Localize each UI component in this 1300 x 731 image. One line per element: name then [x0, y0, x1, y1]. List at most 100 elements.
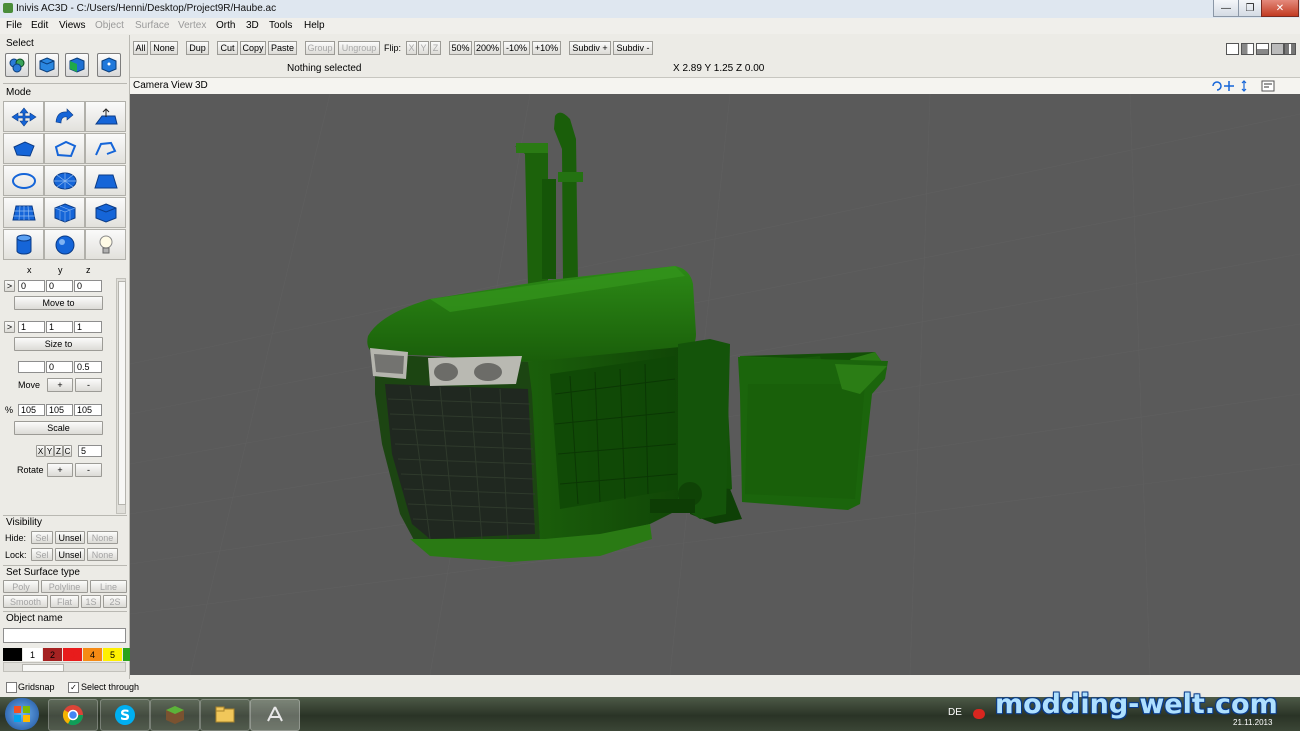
rotate-axis-y-button[interactable]: Y [45, 445, 54, 457]
position-y-field[interactable]: 0 [46, 280, 73, 292]
palette-swatch[interactable] [3, 648, 22, 661]
size-to-button[interactable]: Size to [14, 337, 103, 351]
lock-sel-button[interactable]: Sel [31, 548, 53, 561]
mode-cylinder[interactable] [3, 229, 44, 260]
scale-x-field[interactable]: 105 [18, 404, 45, 416]
taskbar-chrome[interactable] [48, 699, 98, 731]
menu-orth[interactable]: Orth [216, 20, 235, 31]
lock-none-button[interactable]: None [87, 548, 118, 561]
select-surface-icon[interactable] [65, 53, 89, 77]
size-y-field[interactable]: 1 [46, 321, 73, 333]
mode-sphere[interactable] [44, 229, 85, 260]
flip-x-button[interactable]: X [406, 41, 417, 55]
position-expand-button[interactable]: > [4, 280, 15, 292]
rotate-axis-z-button[interactable]: Z [54, 445, 63, 457]
scale-y-field[interactable]: 105 [46, 404, 73, 416]
layout-single-icon[interactable] [1226, 43, 1239, 55]
minimize-button[interactable]: — [1213, 0, 1239, 17]
size-expand-button[interactable]: > [4, 321, 15, 333]
move-step-field[interactable]: 0 [46, 361, 73, 373]
menu-3d[interactable]: 3D [246, 20, 259, 31]
tray-red-icon[interactable] [973, 709, 985, 719]
start-button[interactable] [5, 698, 39, 730]
menu-object[interactable]: Object [95, 20, 124, 31]
copy-button[interactable]: Copy [240, 41, 266, 55]
flip-y-button[interactable]: Y [418, 41, 429, 55]
rotate-axis-c-button[interactable]: C [63, 445, 72, 457]
ungroup-button[interactable]: Ungroup [338, 41, 380, 55]
surface-flat-button[interactable]: Flat [50, 595, 79, 608]
cut-button[interactable]: Cut [217, 41, 238, 55]
surface-smooth-button[interactable]: Smooth [3, 595, 48, 608]
close-button[interactable]: ✕ [1261, 0, 1299, 17]
mode-grid-mesh[interactable] [3, 197, 44, 228]
palette-swatch[interactable]: 5 [103, 648, 122, 661]
3d-viewport[interactable] [130, 94, 1300, 675]
mode-rotate[interactable] [44, 101, 85, 132]
menu-views[interactable]: Views [59, 20, 86, 31]
mode-polygon[interactable] [3, 133, 44, 164]
mode-box[interactable] [85, 197, 126, 228]
mode-line[interactable] [85, 133, 126, 164]
view-mode-3d[interactable]: 3D [195, 80, 208, 91]
move-blank-field[interactable] [18, 361, 45, 373]
duplicate-button[interactable]: Dup [186, 41, 209, 55]
layout-quad-icon[interactable] [1284, 43, 1296, 55]
palette-scrollbar[interactable] [3, 662, 126, 672]
mode-box-mesh[interactable] [44, 197, 85, 228]
lock-unsel-button[interactable]: Unsel [55, 548, 85, 561]
navigate-rotate-pan-zoom-icon[interactable] [1211, 80, 1251, 92]
rotate-axis-x-button[interactable]: X [36, 445, 45, 457]
position-x-field[interactable]: 0 [18, 280, 45, 292]
panel-scrollbar[interactable] [116, 278, 126, 514]
move-plus-button[interactable]: + [47, 378, 73, 392]
menu-edit[interactable]: Edit [31, 20, 48, 31]
layout-split-icon[interactable] [1241, 43, 1254, 55]
hide-unsel-button[interactable]: Unsel [55, 531, 85, 544]
palette-swatch[interactable]: 2 [43, 648, 62, 661]
group-button[interactable]: Group [305, 41, 335, 55]
maximize-button[interactable]: ❐ [1238, 0, 1262, 17]
mode-plane[interactable] [85, 165, 126, 196]
hide-sel-button[interactable]: Sel [31, 531, 53, 544]
select-through-checkbox[interactable]: ✓ [68, 682, 79, 693]
palette-swatch[interactable]: 3 [63, 648, 82, 661]
surface-1s-button[interactable]: 1S [81, 595, 101, 608]
object-name-field[interactable] [3, 628, 126, 643]
rotate-angle-field[interactable]: 5 [78, 445, 102, 457]
menu-help[interactable]: Help [304, 20, 325, 31]
select-object-icon[interactable] [35, 53, 59, 77]
rotate-minus-button[interactable]: - [75, 463, 102, 477]
size-x-field[interactable]: 1 [18, 321, 45, 333]
input-language[interactable]: DE [948, 707, 962, 718]
subdiv-plus-button[interactable]: Subdiv + [569, 41, 611, 55]
select-all-button[interactable]: All [133, 41, 148, 55]
surface-polyline-button[interactable]: Polyline [41, 580, 88, 593]
view-menu[interactable]: View [171, 80, 193, 91]
zoom-minus-10-button[interactable]: -10% [503, 41, 530, 55]
zoom-plus-10-button[interactable]: +10% [532, 41, 561, 55]
rotate-plus-button[interactable]: + [47, 463, 73, 477]
panel-scroll-thumb[interactable] [118, 281, 126, 505]
menu-vertex[interactable]: Vertex [178, 20, 206, 31]
taskbar-skype[interactable]: S [100, 699, 150, 731]
menu-surface[interactable]: Surface [135, 20, 169, 31]
palette-swatch[interactable]: 1 [23, 648, 42, 661]
select-none-button[interactable]: None [150, 41, 178, 55]
flip-z-button[interactable]: Z [430, 41, 441, 55]
menu-file[interactable]: File [6, 20, 22, 31]
mode-disk[interactable] [44, 165, 85, 196]
viewport-options-icon[interactable] [1261, 80, 1275, 92]
layout-triple-icon[interactable] [1271, 43, 1284, 55]
menu-tools[interactable]: Tools [269, 20, 292, 31]
mode-circle[interactable] [3, 165, 44, 196]
hide-none-button[interactable]: None [87, 531, 118, 544]
select-group-icon[interactable] [5, 53, 29, 77]
surface-line-button[interactable]: Line [90, 580, 127, 593]
select-vertex-icon[interactable] [97, 53, 121, 77]
surface-poly-button[interactable]: Poly [3, 580, 39, 593]
move-to-button[interactable]: Move to [14, 296, 103, 310]
layout-horizontal-icon[interactable] [1256, 43, 1269, 55]
mode-extrude[interactable] [85, 101, 126, 132]
size-z-field[interactable]: 1 [74, 321, 102, 333]
